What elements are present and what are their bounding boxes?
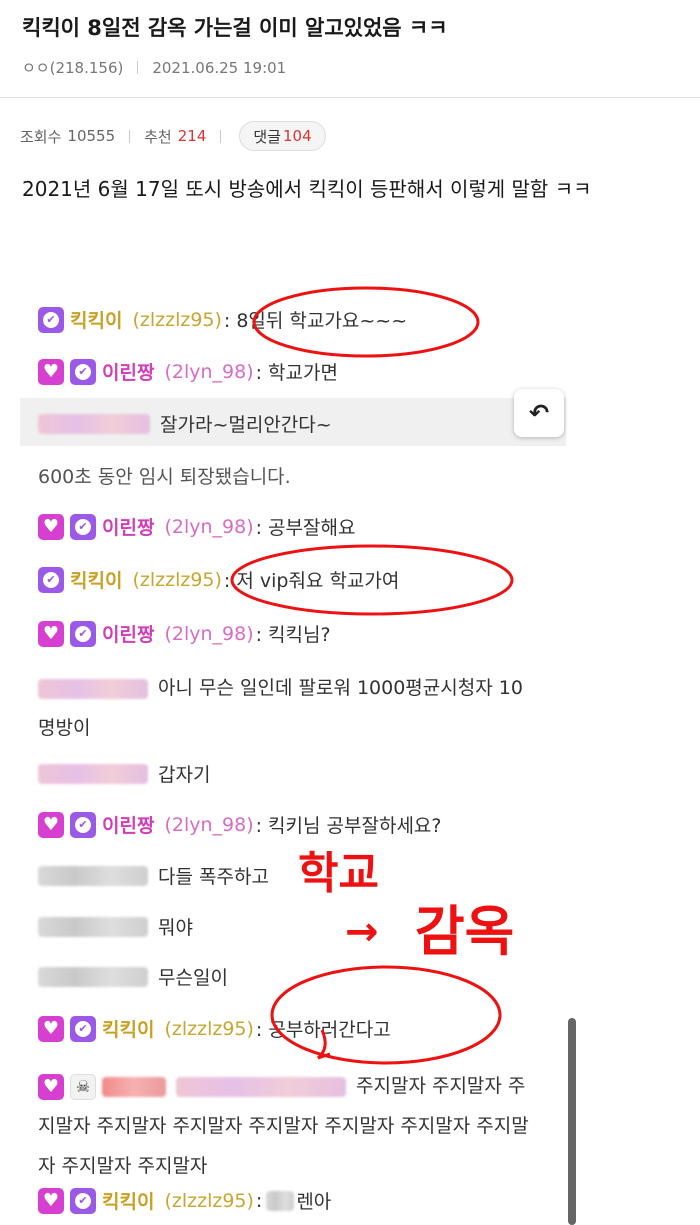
chat-message: 갑자기 (158, 764, 211, 786)
verified-badge-icon (38, 566, 64, 593)
chat-message: 다들 폭주하고 (158, 866, 269, 888)
chat-line: 이린짱 (2lyn_98) : 학교가면 (38, 358, 338, 385)
comments-label: 댓글 (253, 127, 281, 146)
chat-message: 렌아 (296, 1191, 332, 1213)
chat-line: 킥킥이 (zlzzlz95) : 렌아 (38, 1187, 331, 1214)
blurred-username (176, 1076, 346, 1097)
chat-user-id: (2lyn_98) (164, 515, 254, 538)
verified-badge-icon (70, 620, 96, 647)
chat-nick: 킥킥이 (102, 1191, 155, 1213)
chat-line: 킥킥이 (zlzzlz95) : 공부하러간다고 (38, 1015, 391, 1042)
chat-user-id: (2lyn_98) (164, 360, 254, 383)
views-count: 10555 (67, 127, 116, 145)
chat-user-id: (zlzzlz95) (164, 1017, 254, 1040)
heart-badge-icon (38, 513, 64, 540)
chat-line: 이린짱 (2lyn_98) : 킥키님 공부잘하세요? (38, 811, 442, 838)
spider-badge-icon (70, 1073, 96, 1100)
chat-message: 600초 동안 임시 퇴장됐습니다. (38, 466, 291, 488)
stats-divider (220, 129, 222, 143)
chat-line: 갑자기 (38, 760, 210, 787)
chat-message: 뭐야 (158, 917, 193, 939)
chat-user-id: (zlzzlz95) (164, 1189, 254, 1212)
chat-nick: 킥킥이 (70, 570, 123, 592)
stats-divider (129, 129, 131, 143)
blurred-nick (102, 1076, 166, 1097)
chat-line: 무슨일이 (38, 963, 228, 990)
chat-user-id: (2lyn_98) (164, 813, 254, 836)
chat-line: 이린짱 (2lyn_98) : 공부잘해요 (38, 513, 355, 540)
chat-message: : 킥키님 공부잘하세요? (255, 815, 442, 837)
post-body-text: 2021년 6월 17일 또시 방송에서 킥킥이 등판해서 이렇게 말함 ㅋㅋ (22, 177, 592, 201)
chat-line: 잘가라~멀리안간다~ (38, 410, 332, 437)
chat-message: : 공부하러간다고 (255, 1019, 391, 1041)
blurred-username (38, 966, 148, 987)
chat-nick: 킥킥이 (70, 310, 123, 332)
heart-badge-icon (38, 1187, 64, 1214)
verified-badge-icon (70, 811, 96, 838)
chat-line: 다들 폭주하고 (38, 862, 269, 889)
chat-line: 아니 무슨 일인데 팔로워 1000평균시청자 10명방이 (38, 668, 538, 748)
verified-badge-icon (70, 1187, 96, 1214)
chat-nick: 이린짱 (102, 624, 155, 646)
heart-badge-icon (38, 620, 64, 647)
heart-badge-icon (38, 811, 64, 838)
heart-badge-icon (38, 1015, 64, 1042)
verified-badge-icon (70, 358, 96, 385)
recommend-label: 추천 (144, 127, 172, 146)
chat-system-line: 600초 동안 임시 퇴장됐습니다. (38, 462, 291, 489)
chat-message: 무슨일이 (158, 967, 228, 989)
post-datetime: 2021.06.25 19:01 (152, 58, 287, 77)
chat-user-id: (zlzzlz95) (132, 308, 222, 331)
chat-nick: 이린짱 (102, 362, 155, 384)
blurred-username (38, 865, 148, 886)
chat-nick: 이린짱 (102, 815, 155, 837)
chat-scrollbar[interactable] (568, 1018, 576, 1225)
chat-message: : 학교가면 (255, 362, 338, 384)
blurred-username (38, 916, 148, 937)
comments-button[interactable]: 댓글 104 (239, 121, 326, 151)
heart-badge-icon (38, 1073, 64, 1100)
handwritten-arrow: → (345, 909, 379, 955)
blurred-username (38, 413, 150, 434)
chat-user-id: (zlzzlz95) (132, 568, 222, 591)
chat-message: 잘가라~멀리안간다~ (160, 414, 332, 436)
chat-line: 킥킥이 (zlzzlz95) : 8일뒤 학교가요~~~ (38, 306, 407, 333)
verified-badge-icon (70, 1015, 96, 1042)
chat-message: : 공부잘해요 (255, 517, 356, 539)
chat-user-id: (2lyn_98) (164, 622, 254, 645)
recommend-count: 214 (177, 127, 207, 145)
chat-nick: 킥킥이 (102, 1019, 155, 1041)
meta-divider (137, 61, 139, 74)
chat-line: 주지말자 주지말자 주지말자 주지말자 주지말자 주지말자 주지말자 주지말자 … (38, 1066, 538, 1186)
chat-nick: 이린짱 (102, 517, 155, 539)
comments-count: 104 (282, 127, 312, 145)
views-label: 조회수 (20, 127, 62, 146)
verified-badge-icon (38, 306, 64, 333)
blurred-text (266, 1190, 295, 1211)
handwritten-label: 학교 (298, 848, 379, 899)
post-meta: ㅇㅇ(218.156) 2021.06.25 19:01 (22, 57, 286, 78)
verified-badge-icon (70, 513, 96, 540)
heart-badge-icon (38, 358, 64, 385)
undo-arrow-icon[interactable]: ↶ (514, 389, 564, 437)
chat-line: 이린짱 (2lyn_98) : 킥킥님? (38, 620, 331, 647)
chat-message: : 킥킥님? (255, 624, 331, 646)
post-stats: 조회수 10555 추천 214 댓글 104 (20, 121, 326, 151)
chat-message: : 저 vip줘요 학교가여 (223, 570, 400, 592)
post-title: 킥킥이 8일전 감옥 가는걸 이미 알고있었음 ㅋㅋ (22, 16, 448, 40)
blurred-username (38, 678, 148, 699)
handwritten-label: 감옥 (415, 900, 514, 963)
chat-line: 킥킥이 (zlzzlz95) : 저 vip줘요 학교가여 (38, 566, 399, 593)
post-author[interactable]: ㅇㅇ(218.156) (22, 57, 123, 78)
chat-message: : 8일뒤 학교가요~~~ (223, 310, 408, 332)
chat-line: 뭐야 (38, 913, 193, 940)
blurred-username (38, 763, 148, 784)
post-header: 킥킥이 8일전 감옥 가는걸 이미 알고있었음 ㅋㅋ ㅇㅇ(218.156) 2… (0, 0, 700, 98)
